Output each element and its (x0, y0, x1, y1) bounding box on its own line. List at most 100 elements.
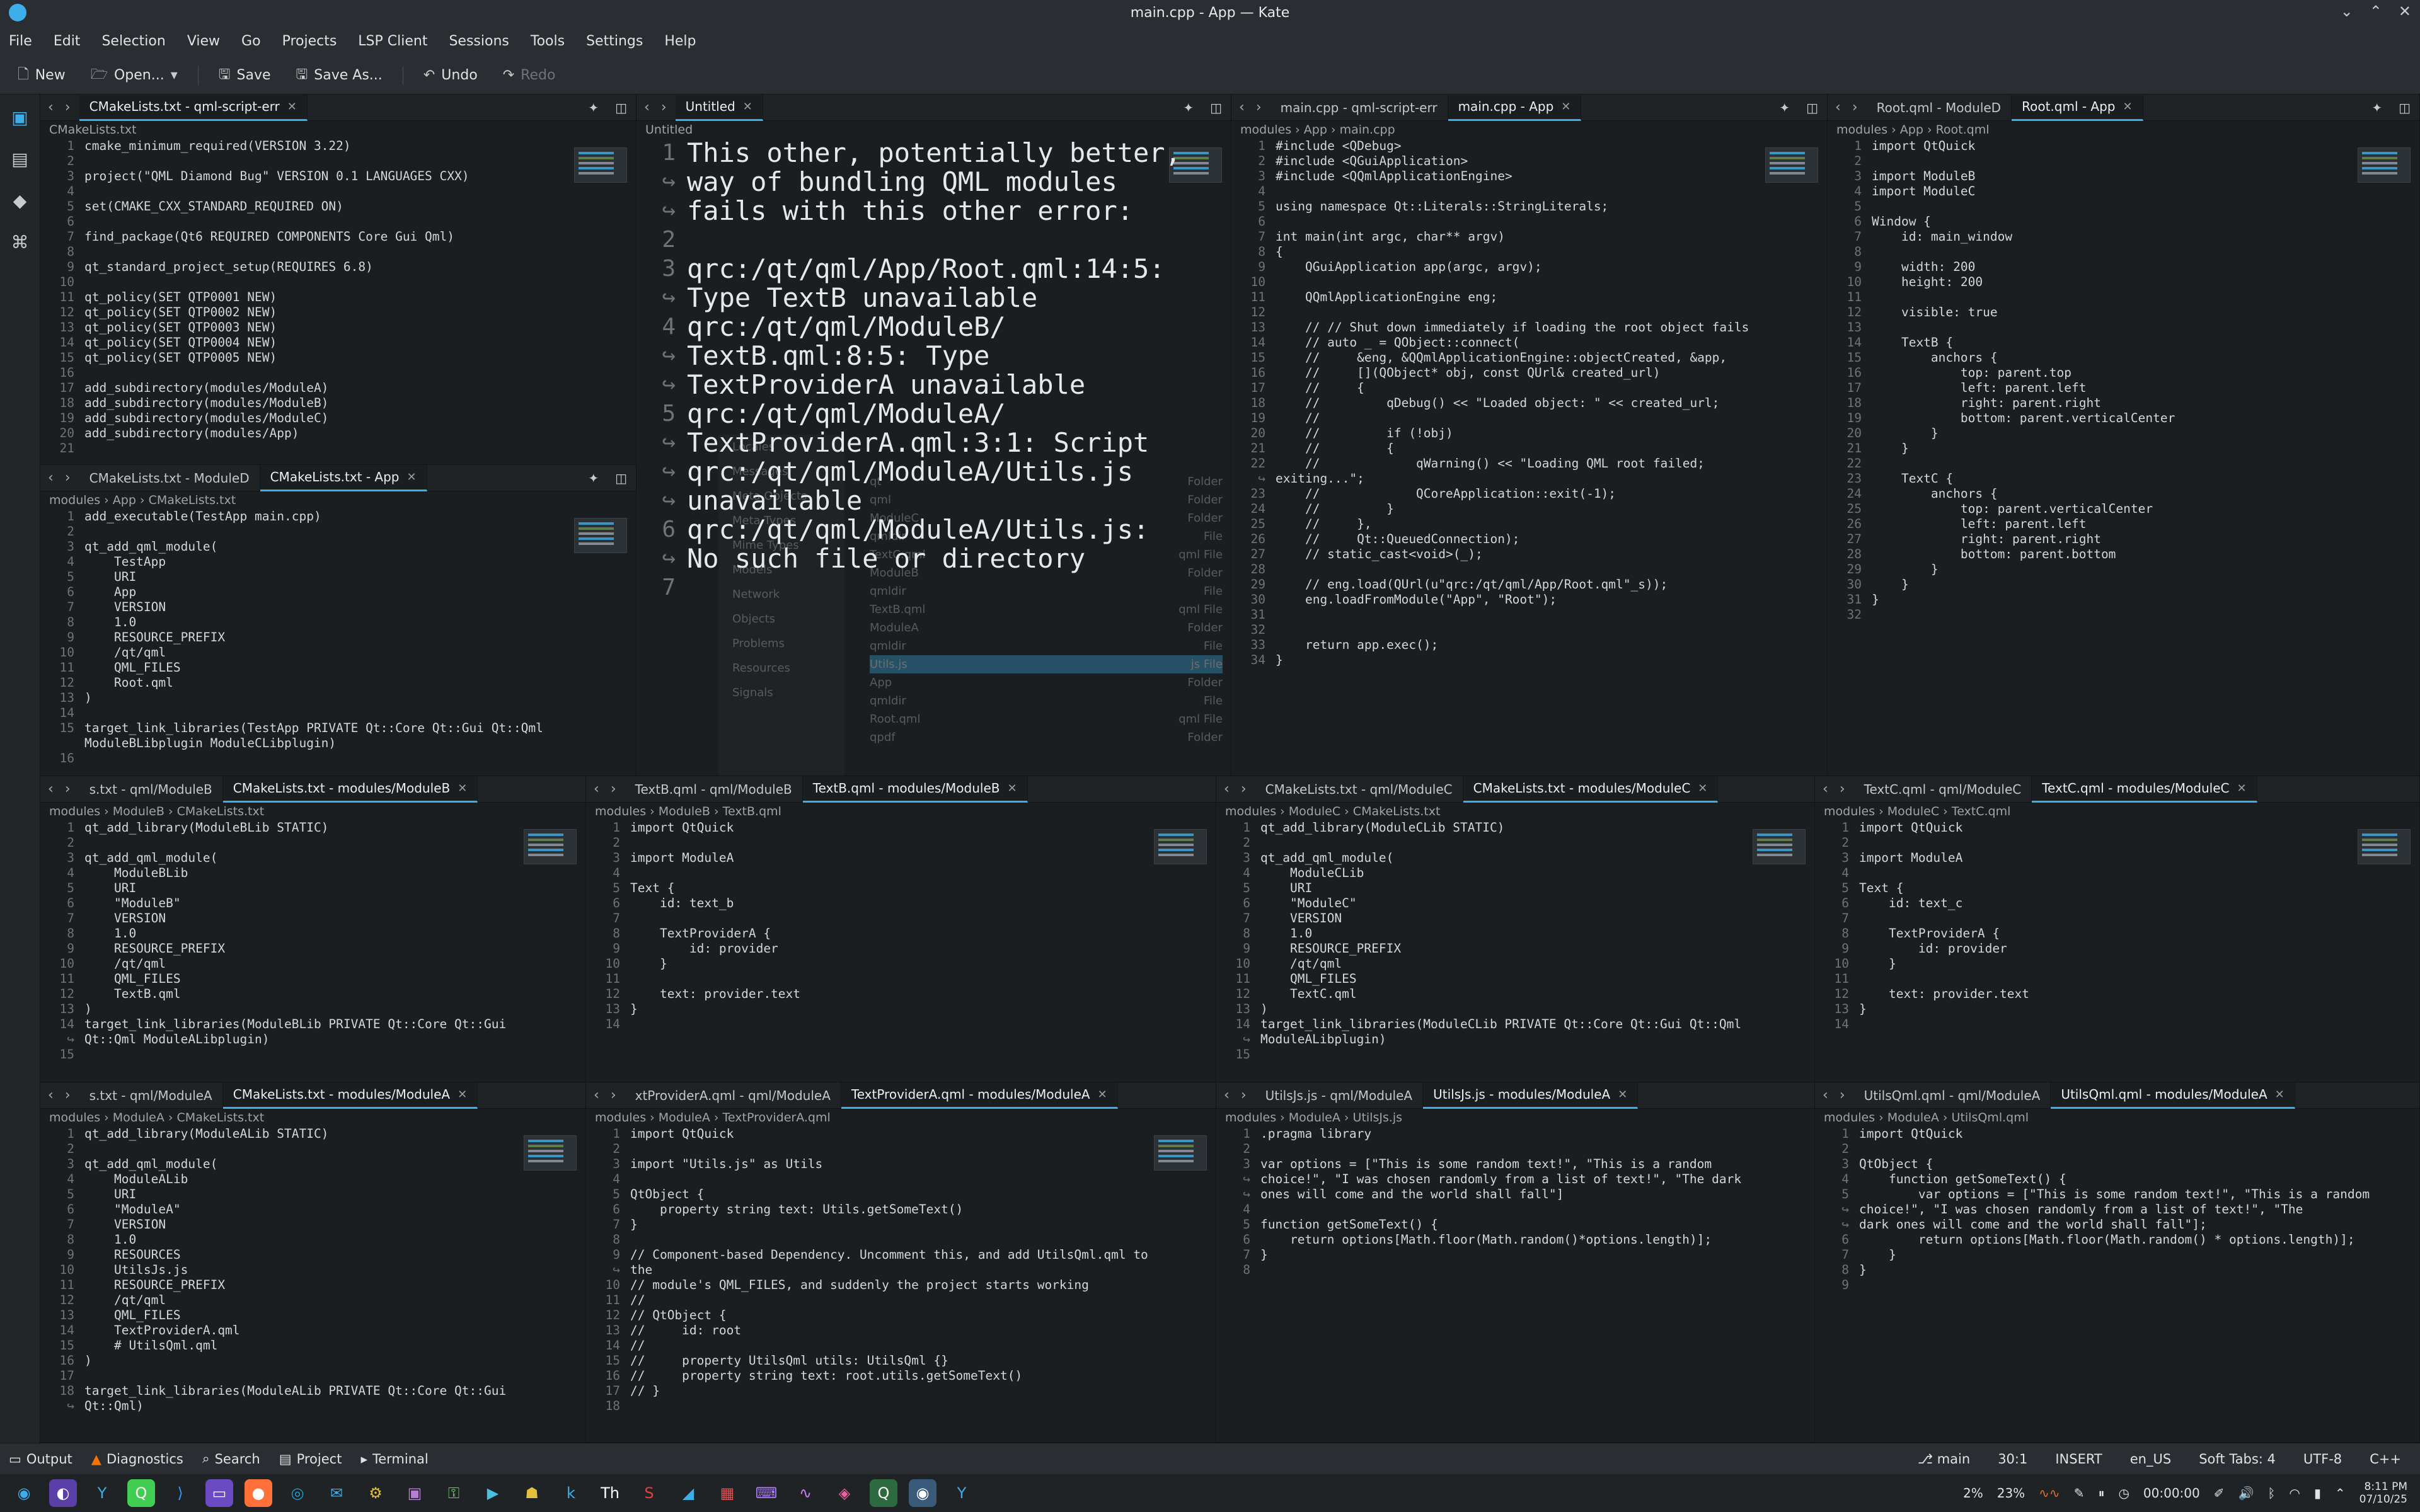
code-line[interactable]: ↪ dark ones will come and the world shall… (1815, 1217, 2419, 1232)
code-line[interactable]: 11 RESOURCE_PREFIX (40, 1278, 585, 1293)
console-icon[interactable]: ⌨ (752, 1479, 780, 1507)
code-line[interactable]: 17 (40, 1368, 585, 1383)
close-tab-icon[interactable]: ✕ (1698, 782, 1707, 795)
code-line[interactable]: 7 VERSION (40, 1217, 585, 1232)
code-line[interactable]: 3 qt_add_qml_module( (40, 1157, 585, 1172)
code-line[interactable]: 31} (1828, 592, 2419, 607)
code-line[interactable]: ↪ the (586, 1263, 1216, 1278)
code-line[interactable]: 7 } (1815, 1247, 2419, 1263)
pin-icon[interactable]: ✦ (588, 100, 599, 115)
code-line[interactable]: 13 qt_policy(SET QTP0003 NEW) (40, 320, 636, 335)
code-view[interactable]: 1 import QtQuick 2 3 import ModuleA 4 5 Text {6… (1815, 820, 2419, 1082)
code-line[interactable]: 15 anchors { (1828, 350, 2419, 365)
code-line[interactable]: 4 (586, 866, 1216, 881)
nav-back-icon[interactable]: ‹ (1239, 100, 1245, 115)
minimize-icon[interactable]: ⌄ (2341, 3, 2353, 20)
code-line[interactable]: 2 (1216, 835, 1814, 850)
clock[interactable]: 8:11 PM 07/10/25 (2360, 1480, 2407, 1506)
code-line[interactable]: 10 (40, 275, 636, 290)
pen-icon[interactable]: ✎ (2074, 1486, 2085, 1501)
code-line[interactable]: 7 (637, 573, 1231, 602)
code-line[interactable]: 16 // [](QObject* obj, const QUrl& creat… (1231, 365, 1827, 381)
code-view[interactable]: 1 add_executable(TestApp main.cpp) 2 3 qt_ad… (40, 509, 636, 776)
code-line[interactable]: 12 TextB.qml (40, 987, 585, 1002)
cursor-position[interactable]: 30:1 (1998, 1452, 2027, 1467)
code-line[interactable]: 13 // id: root (586, 1323, 1216, 1338)
tab-document[interactable]: CMakeLists.txt - qml/ModuleC (1255, 776, 1463, 803)
code-line[interactable]: 1 cmake_minimum_required(VERSION 3.22) (40, 139, 636, 154)
nav-back-icon[interactable]: ‹ (1823, 781, 1828, 797)
code-line[interactable]: 19 // (1231, 411, 1827, 426)
code-line[interactable]: 7} (1216, 1247, 1814, 1263)
tab-document[interactable]: CMakeLists.txt - modules/ModuleC ✕ (1463, 776, 1719, 803)
pause-icon[interactable]: ⏸ (2098, 1486, 2104, 1501)
code-line[interactable]: 11 (1815, 971, 2419, 987)
code-line[interactable]: ↪ TextProviderA.qml:3:1: Script (637, 428, 1231, 457)
network-graph-icon[interactable]: ∿∿ (2039, 1486, 2060, 1501)
close-tab-icon[interactable]: ✕ (2123, 100, 2133, 113)
code-line[interactable]: 4 (1231, 184, 1827, 199)
terminal-button[interactable]: ▸ Terminal (360, 1452, 428, 1467)
code-line[interactable]: ↪ TextB.qml:8:5: Type (637, 341, 1231, 370)
code-line[interactable]: 2 (586, 835, 1216, 850)
code-line[interactable]: 8{ (1231, 244, 1827, 260)
code-line[interactable]: 5 function getSomeText() { (1216, 1217, 1814, 1232)
qt-creator-icon[interactable]: Q (127, 1479, 155, 1507)
code-view[interactable]: 1 This other, potentially better, ↪ way of … (637, 139, 1231, 776)
code-line[interactable]: 5 var options = ["This is some random te… (1815, 1187, 2419, 1202)
symbols-icon[interactable]: ⌘ (6, 228, 34, 256)
code-line[interactable]: 2 (40, 835, 585, 850)
code-line[interactable]: 10 } (1815, 956, 2419, 971)
firefox-icon[interactable]: ● (245, 1479, 272, 1507)
code-line[interactable]: 5 (1828, 199, 2419, 214)
vscode-icon[interactable]: ⟩ (166, 1479, 194, 1507)
tab-document[interactable]: UtilsJs.js - qml/ModuleA (1255, 1082, 1424, 1109)
tab-document[interactable]: CMakeLists.txt - qml-script-err ✕ (79, 94, 308, 121)
close-tab-icon[interactable]: ✕ (2275, 1088, 2285, 1101)
kde-connect-icon[interactable]: k (557, 1479, 585, 1507)
code-line[interactable]: 5 qrc:/qt/qml/ModuleA/ (637, 399, 1231, 428)
tab-document[interactable]: Root.qml - App ✕ (2012, 94, 2143, 121)
nav-forward-icon[interactable]: › (65, 781, 71, 797)
code-line[interactable]: 17 add_subdirectory(modules/ModuleA) (40, 381, 636, 396)
menu-tools[interactable]: Tools (531, 33, 565, 49)
menu-go[interactable]: Go (241, 33, 261, 49)
chart-app-icon[interactable]: ∿ (792, 1479, 819, 1507)
code-line[interactable]: 3 qrc:/qt/qml/App/Root.qml:14:5: (637, 255, 1231, 284)
menu-help[interactable]: Help (664, 33, 696, 49)
code-line[interactable]: 10 /qt/qml (1216, 956, 1814, 971)
code-line[interactable]: 4 (1815, 866, 2419, 881)
code-line[interactable]: 2 (40, 524, 636, 539)
code-line[interactable]: 14 qt_policy(SET QTP0004 NEW) (40, 335, 636, 350)
code-line[interactable]: 4 (1216, 1202, 1814, 1217)
nav-forward-icon[interactable]: › (1840, 1087, 1845, 1103)
code-view[interactable]: 1 qt_add_library(ModuleBLib STATIC) 2 3 qt_a… (40, 820, 585, 1082)
code-line[interactable]: 14 (40, 706, 636, 721)
breadcrumb[interactable]: modules › App › Root.qml (1828, 121, 2419, 139)
save-as-button[interactable]: 🖫 Save As... (291, 60, 388, 91)
breadcrumb[interactable]: modules › ModuleA › UtilsQml.qml (1815, 1109, 2419, 1126)
tab-document[interactable]: CMakeLists.txt - App ✕ (260, 465, 427, 491)
code-line[interactable]: 14 (1815, 1017, 2419, 1032)
close-tab-icon[interactable]: ✕ (458, 782, 467, 795)
breadcrumb[interactable]: modules › ModuleC › CMakeLists.txt (1216, 803, 1814, 820)
code-line[interactable]: 8 1.0 (40, 926, 585, 941)
code-line[interactable]: 14 TextB { (1828, 335, 2419, 350)
timer-display[interactable]: 00:00:00 (2143, 1486, 2200, 1501)
code-line[interactable]: 8 1.0 (1216, 926, 1814, 941)
code-line[interactable]: 5 Text { (586, 881, 1216, 896)
code-line[interactable]: 16) (40, 1353, 585, 1368)
code-line[interactable]: 15 // &eng, &QQmlApplicationEngine::obje… (1231, 350, 1827, 365)
code-view[interactable]: 1 qt_add_library(ModuleALib STATIC) 2 3 qt_a… (40, 1126, 585, 1442)
code-line[interactable]: 18 // qDebug() << "Loaded object: " << c… (1231, 396, 1827, 411)
nav-forward-icon[interactable]: › (611, 1087, 616, 1103)
code-line[interactable]: 3 import ModuleB (1828, 169, 2419, 184)
close-icon[interactable]: ✕ (2399, 3, 2411, 20)
code-line[interactable]: 12 qt_policy(SET QTP0002 NEW) (40, 305, 636, 320)
code-line[interactable]: 7} (586, 1217, 1216, 1232)
code-line[interactable]: 10 height: 200 (1828, 275, 2419, 290)
code-line[interactable]: 2 (40, 154, 636, 169)
code-line[interactable]: 19 bottom: parent.verticalCenter (1828, 411, 2419, 426)
code-line[interactable]: 14 (586, 1017, 1216, 1032)
pin-icon[interactable]: ✦ (588, 471, 599, 486)
